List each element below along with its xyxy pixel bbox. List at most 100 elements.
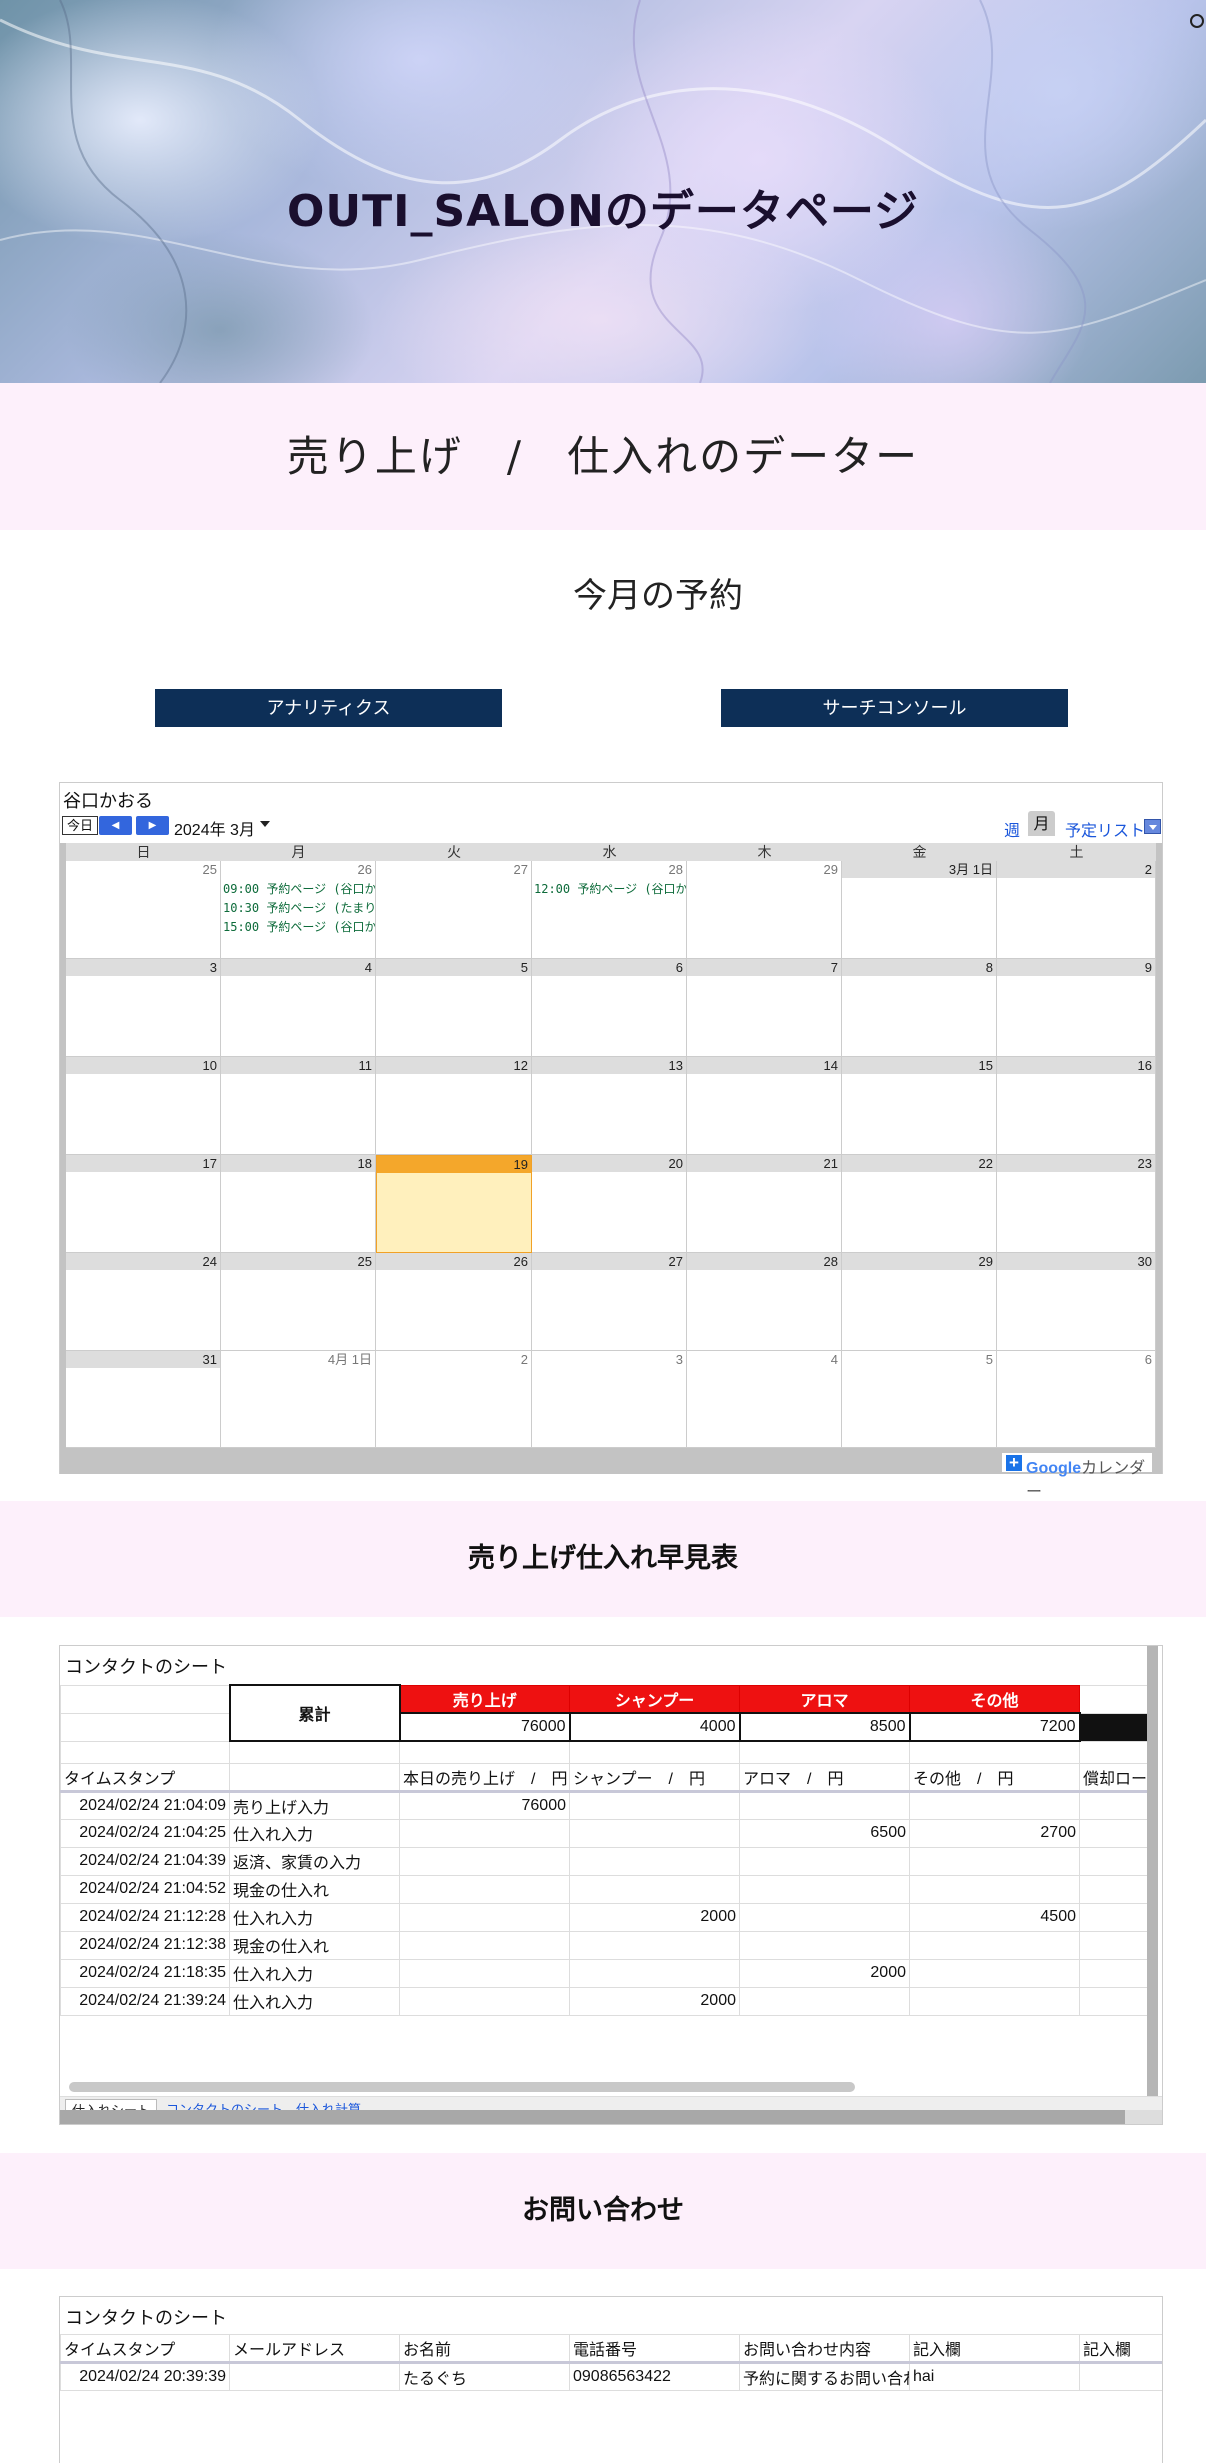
aroma-cell[interactable] <box>739 1874 910 1904</box>
sheet-cell[interactable] <box>1079 1986 1151 2016</box>
calendar-day-cell[interactable]: 25 <box>66 861 221 959</box>
calendar-day-cell[interactable]: 29 <box>842 1253 997 1351</box>
calendar-day-cell[interactable]: 29 <box>687 861 842 959</box>
calendar-day-cell[interactable]: 27 <box>376 861 532 959</box>
aroma-cell[interactable] <box>739 1930 910 1960</box>
name-cell[interactable]: たるぐち <box>399 2362 570 2391</box>
calendar-day-cell[interactable]: 14 <box>687 1057 842 1155</box>
calendar-day-cell[interactable]: 3 <box>532 1351 687 1448</box>
calendar-day-cell[interactable]: 12 <box>376 1057 532 1155</box>
sheet-cell[interactable] <box>399 1740 570 1764</box>
email-cell[interactable] <box>229 2362 400 2391</box>
shampoo-cell[interactable]: 2000 <box>569 1986 740 2016</box>
timestamp-cell[interactable]: 2024/02/24 21:04:39 <box>60 1846 230 1876</box>
column-header[interactable]: 記入欄 <box>1079 2334 1162 2364</box>
inquiry-cell[interactable]: 予約に関するお問い合わ <box>739 2362 910 2391</box>
note-cell[interactable] <box>1079 2362 1162 2391</box>
shampoo-cell[interactable] <box>569 1846 740 1876</box>
chevron-down-icon[interactable] <box>260 821 270 827</box>
timestamp-cell[interactable]: 2024/02/24 20:39:39 <box>60 2362 230 2391</box>
aroma-cell[interactable]: 2000 <box>739 1958 910 1988</box>
calendar-event[interactable]: 10:30 予約ページ (たまりゆ <box>223 899 375 916</box>
column-header[interactable]: 電話番号 <box>569 2334 740 2364</box>
aroma-cell[interactable] <box>739 1986 910 2016</box>
analytics-button[interactable]: アナリティクス <box>155 689 502 727</box>
sheet-cell[interactable] <box>1079 1930 1151 1960</box>
summary-header[interactable]: 売り上げ <box>399 1684 570 1714</box>
type-cell[interactable]: 仕入れ入力 <box>229 1958 400 1988</box>
type-cell[interactable]: 返済、家賃の入力 <box>229 1846 400 1876</box>
shampoo-cell[interactable] <box>569 1818 740 1848</box>
timestamp-cell[interactable]: 2024/02/24 21:04:09 <box>60 1790 230 1820</box>
calendar-event[interactable]: 12:00 予約ページ (谷口かお <box>534 880 686 897</box>
prev-month-button[interactable]: ◀ <box>99 816 132 835</box>
other-cell[interactable]: 2700 <box>909 1818 1080 1848</box>
horizontal-scrollbar[interactable] <box>69 2082 855 2092</box>
column-header[interactable]: アロマ / 円 <box>739 1762 910 1793</box>
calendar-day-cell[interactable]: 6 <box>997 1351 1156 1448</box>
sales-cell[interactable] <box>399 1902 570 1932</box>
sheet-cell[interactable] <box>1079 1958 1151 1988</box>
calendar-day-cell[interactable]: 3月 1日 <box>842 861 997 959</box>
summary-value[interactable]: 4000 <box>568 1712 741 1742</box>
calendar-day-cell[interactable]: 4 <box>221 959 376 1057</box>
calendar-day-cell[interactable]: 20 <box>532 1155 687 1253</box>
calendar-day-cell[interactable]: 13 <box>532 1057 687 1155</box>
current-month[interactable]: 2024年 3月 <box>174 816 255 840</box>
search-icon[interactable] <box>1190 14 1204 28</box>
sheet-cell[interactable] <box>60 1740 230 1764</box>
timestamp-cell[interactable]: 2024/02/24 21:04:52 <box>60 1874 230 1904</box>
column-header[interactable]: メールアドレス <box>229 2334 400 2364</box>
sales-cell[interactable]: 76000 <box>399 1790 570 1820</box>
column-header[interactable]: 本日の売り上げ / 円 <box>399 1762 570 1793</box>
note-cell[interactable]: hai <box>909 2362 1080 2391</box>
today-button[interactable]: 今日 <box>62 816 99 835</box>
calendar-day-cell[interactable]: 26 <box>376 1253 532 1351</box>
agenda-dropdown-icon[interactable] <box>1144 819 1161 834</box>
calendar-day-cell[interactable]: 4 <box>687 1351 842 1448</box>
tab-week[interactable]: 週 <box>1004 817 1020 841</box>
summary-value[interactable]: 8500 <box>738 1712 911 1742</box>
calendar-day-cell[interactable]: 16 <box>997 1057 1156 1155</box>
summary-header[interactable]: アロマ <box>739 1684 910 1714</box>
type-cell[interactable]: 現金の仕入れ <box>229 1874 400 1904</box>
calendar-day-cell[interactable]: 6 <box>532 959 687 1057</box>
cumulative-label[interactable]: 累計 <box>228 1684 401 1742</box>
aroma-cell[interactable] <box>739 1790 910 1820</box>
type-cell[interactable]: 仕入れ入力 <box>229 1902 400 1932</box>
sales-cell[interactable] <box>399 1874 570 1904</box>
type-cell[interactable]: 仕入れ入力 <box>229 1986 400 2016</box>
calendar-event[interactable]: 15:00 予約ページ (谷口かお <box>223 918 375 935</box>
shampoo-cell[interactable]: 2000 <box>569 1902 740 1932</box>
column-header[interactable]: タイムスタンプ <box>60 1762 230 1793</box>
sheet-cell[interactable] <box>229 1740 400 1764</box>
calendar-day-cell[interactable]: 11 <box>221 1057 376 1155</box>
search-console-button[interactable]: サーチコンソール <box>721 689 1068 727</box>
calendar-day-cell[interactable]: 9 <box>997 959 1156 1057</box>
type-cell[interactable]: 仕入れ入力 <box>229 1818 400 1848</box>
sales-cell[interactable] <box>399 1958 570 1988</box>
phone-cell[interactable]: 09086563422 <box>569 2362 740 2391</box>
summary-value[interactable]: 7200 <box>908 1712 1081 1742</box>
timestamp-cell[interactable]: 2024/02/24 21:39:24 <box>60 1986 230 2016</box>
sales-cell[interactable] <box>399 1818 570 1848</box>
shampoo-cell[interactable] <box>569 1874 740 1904</box>
calendar-day-cell[interactable]: 17 <box>66 1155 221 1253</box>
other-cell[interactable]: 4500 <box>909 1902 1080 1932</box>
sheet-tab-contact-calc[interactable]: コンタクトのシート 仕入れ計算 <box>160 2099 367 2110</box>
sheet-cell[interactable] <box>909 1740 1080 1764</box>
column-header[interactable]: 記入欄 <box>909 2334 1080 2364</box>
calendar-day-cell[interactable]: 24 <box>66 1253 221 1351</box>
calendar-day-cell[interactable]: 25 <box>221 1253 376 1351</box>
sales-cell[interactable] <box>399 1986 570 2016</box>
other-cell[interactable] <box>909 1874 1080 1904</box>
calendar-day-cell[interactable]: 18 <box>221 1155 376 1253</box>
timestamp-cell[interactable]: 2024/02/24 21:04:25 <box>60 1818 230 1848</box>
timestamp-cell[interactable]: 2024/02/24 21:12:38 <box>60 1930 230 1960</box>
calendar-day-cell[interactable]: 7 <box>687 959 842 1057</box>
column-header[interactable]: シャンプー / 円 <box>569 1762 740 1793</box>
sheet-cell[interactable] <box>1079 1902 1151 1932</box>
other-cell[interactable] <box>909 1986 1080 2016</box>
calendar-day-cell[interactable]: 2 <box>376 1351 532 1448</box>
sales-cell[interactable] <box>399 1846 570 1876</box>
